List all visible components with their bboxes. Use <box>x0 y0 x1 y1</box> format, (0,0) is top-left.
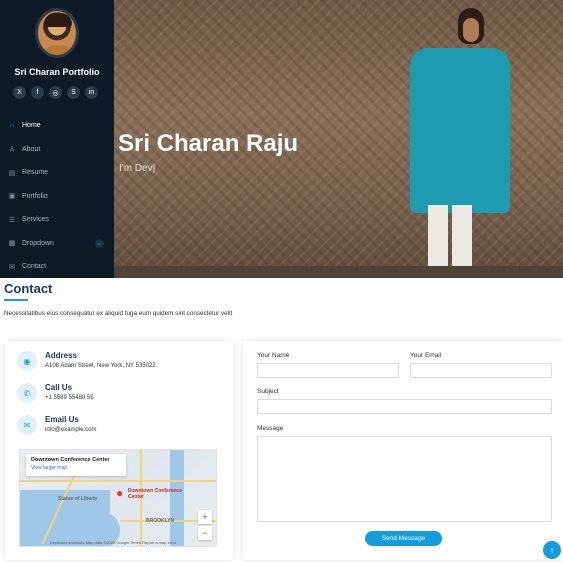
sidebar-item-label: Contact <box>22 263 47 271</box>
section-title: Contact <box>4 281 53 296</box>
x-twitter-icon[interactable]: X <box>13 86 26 99</box>
call-item: ✆ Call Us +1 5589 55488 55 <box>17 383 94 403</box>
geo-pin-icon: ◉ <box>17 351 37 371</box>
email-field[interactable] <box>410 363 552 378</box>
message-label: Message <box>257 425 284 432</box>
hero-typed-subtitle: I'm Dev| <box>119 163 156 174</box>
address-title: Address <box>45 351 78 360</box>
email-title: Email Us <box>45 415 79 424</box>
subject-field[interactable] <box>257 399 552 414</box>
sidebar-item-about[interactable]: ♙ About <box>8 138 108 162</box>
sidebar-item-home[interactable]: ⌂ Home <box>8 114 108 138</box>
sidebar-item-contact[interactable]: ✉ Contact <box>8 255 108 279</box>
skype-icon[interactable]: S <box>67 86 80 99</box>
sidebar: Sri Charan Portfolio X f ◎ S in ⌂ Home ♙… <box>0 0 114 278</box>
contact-form: Your Name Your Email Subject Message Sen… <box>243 341 563 560</box>
zoom-out-button[interactable]: − <box>198 526 212 540</box>
address-item: ◉ Address A108 Adam Street, New York, NY… <box>17 351 156 371</box>
view-larger-map-link[interactable]: View larger map <box>31 465 121 471</box>
call-title: Call Us <box>45 383 73 392</box>
sidebar-nav: ⌂ Home ♙ About ▤ Resume ▣ Portfolio ☰ Se… <box>8 114 108 279</box>
chevron-down-icon[interactable]: ⌄ <box>95 238 104 248</box>
map-label-statue: Statue of Liberty <box>58 496 98 502</box>
social-links: X f ◎ S in <box>13 86 98 99</box>
sidebar-item-label: Services <box>22 216 49 224</box>
hero-title: Sri Charan Raju <box>118 130 299 157</box>
sidebar-item-dropdown[interactable]: ▦ Dropdown ⌄ <box>8 232 108 256</box>
sidebar-item-label: Dropdown <box>22 239 54 247</box>
email-text: info@example.com <box>45 427 97 433</box>
envelope-icon: ✉ <box>9 263 15 271</box>
sidebar-item-label: Resume <box>22 169 49 177</box>
subject-label: Subject <box>257 388 279 395</box>
map-pin-icon[interactable]: ● <box>116 486 123 500</box>
email-item: ✉ Email Us info@example.com <box>17 415 96 435</box>
message-field[interactable] <box>257 436 552 522</box>
sidebar-item-label: Portfolio <box>22 192 48 200</box>
name-field[interactable] <box>257 363 399 378</box>
email-label: Your Email <box>410 352 442 359</box>
file-icon: ▤ <box>8 169 16 177</box>
menu-icon: ▦ <box>8 240 16 248</box>
name-label: Your Name <box>257 352 290 359</box>
map-footer: Keyboard shortcuts Map data ©2025 Google… <box>50 540 177 545</box>
back-to-top-button[interactable]: ↑ <box>543 541 561 559</box>
hdd-stack-icon: ☰ <box>8 216 16 224</box>
sidebar-item-label: Home <box>22 122 41 130</box>
address-text: A108 Adam Street, New York, NY 535022 <box>45 363 156 369</box>
hero-section: Sri Charan Raju I'm Dev| <box>114 0 563 278</box>
person-icon: ♙ <box>8 146 16 154</box>
facebook-icon[interactable]: f <box>31 86 44 99</box>
phone-icon: ✆ <box>17 383 37 403</box>
page: Sri Charan Portfolio X f ◎ S in ⌂ Home ♙… <box>0 0 563 562</box>
home-icon: ⌂ <box>9 122 15 130</box>
contact-info-card: ◉ Address A108 Adam Street, New York, NY… <box>5 341 233 560</box>
map-info-card: Downtown Conference Center View larger m… <box>26 454 126 476</box>
sidebar-item-resume[interactable]: ▤ Resume <box>8 161 108 185</box>
map-pin-label: Downtown Conference Center <box>128 488 183 500</box>
sidebar-item-portfolio[interactable]: ▣ Portfolio <box>8 185 108 209</box>
section-description: Necessitatibus eius consequatur ex aliqu… <box>4 310 233 317</box>
title-underline <box>4 299 28 301</box>
sidebar-item-label: About <box>22 145 41 153</box>
call-text: +1 5589 55488 55 <box>45 395 94 401</box>
linkedin-icon[interactable]: in <box>85 86 98 99</box>
envelope-icon: ✉ <box>17 415 37 435</box>
zoom-in-button[interactable]: + <box>198 510 212 524</box>
map-label-brooklyn: BROOKLYN <box>146 518 175 524</box>
instagram-icon[interactable]: ◎ <box>49 86 62 99</box>
map-embed[interactable]: Downtown Conference Center View larger m… <box>19 449 217 547</box>
avatar <box>35 8 79 58</box>
sidebar-item-services[interactable]: ☰ Services <box>8 208 108 232</box>
send-message-button[interactable]: Send Message <box>365 531 442 546</box>
site-title[interactable]: Sri Charan Portfolio <box>0 67 114 77</box>
images-icon: ▣ <box>8 193 16 201</box>
map-card-title: Downtown Conference Center <box>31 457 110 463</box>
